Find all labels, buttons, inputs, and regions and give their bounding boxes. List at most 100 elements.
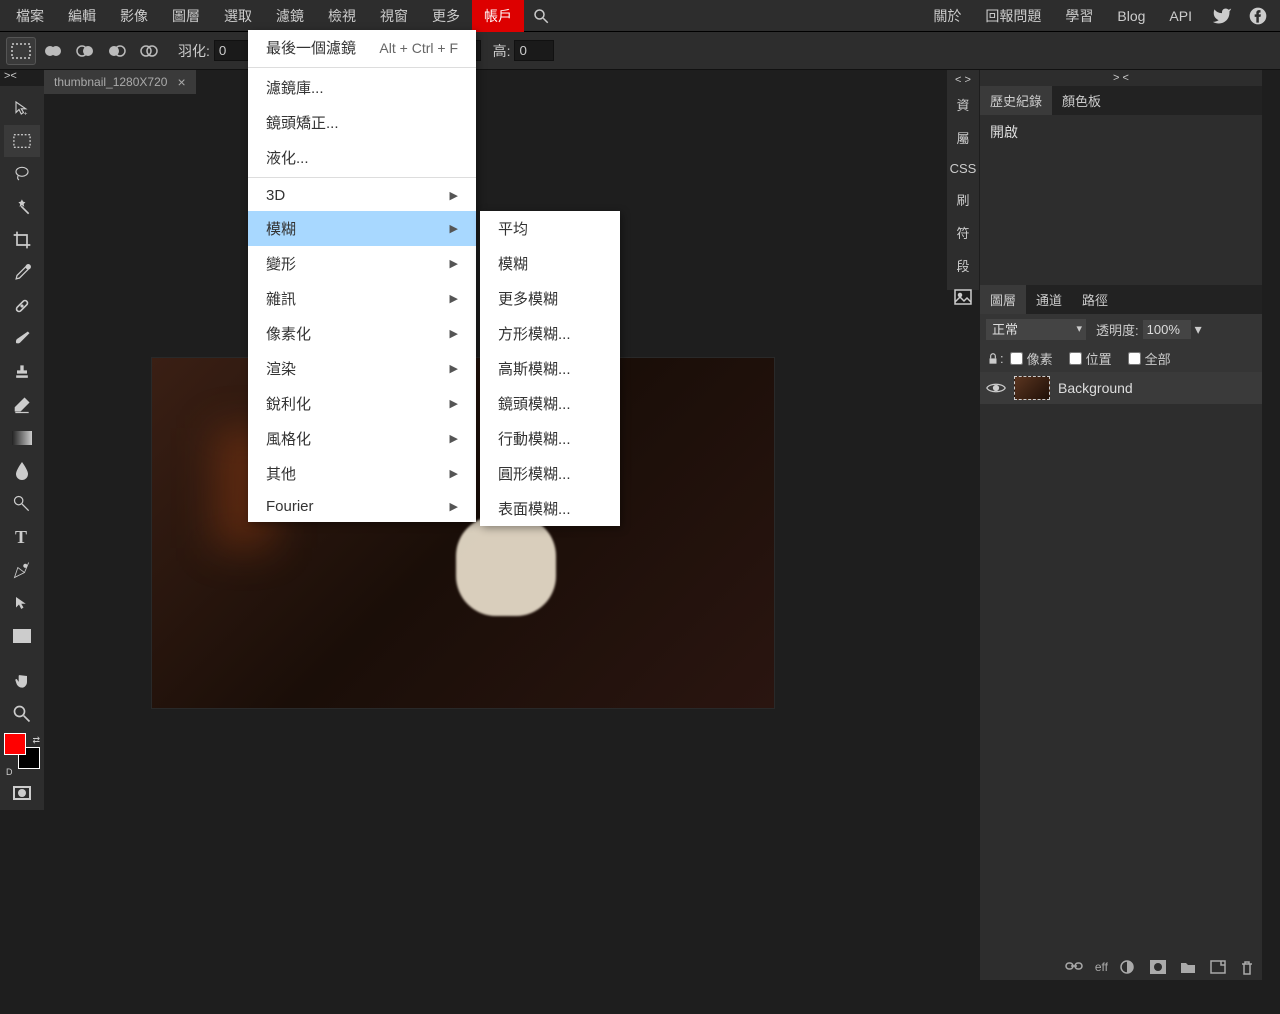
- visibility-icon[interactable]: [986, 380, 1006, 396]
- menu-api[interactable]: API: [1157, 2, 1204, 30]
- blur-box[interactable]: 方形模糊...: [480, 316, 620, 351]
- menu-view[interactable]: 檢視: [316, 0, 368, 32]
- opacity-input[interactable]: [1143, 320, 1191, 339]
- blur-tool-icon[interactable]: [4, 455, 40, 487]
- rstrip-info[interactable]: 資: [954, 88, 971, 121]
- menu-learn[interactable]: 學習: [1053, 0, 1105, 32]
- lasso-tool-icon[interactable]: [4, 158, 40, 190]
- blur-motion[interactable]: 行動模糊...: [480, 421, 620, 456]
- blend-mode-select[interactable]: 正常: [986, 319, 1086, 340]
- blur-radial[interactable]: 圓形模糊...: [480, 456, 620, 491]
- blur-gaussian[interactable]: 高斯模糊...: [480, 351, 620, 386]
- filter-blur[interactable]: 模糊▶: [248, 211, 476, 246]
- filter-other[interactable]: 其他▶: [248, 456, 476, 491]
- tab-channels[interactable]: 通道: [1026, 285, 1072, 314]
- tab-layers[interactable]: 圖層: [980, 285, 1026, 314]
- color-swatch[interactable]: ⇄ D: [4, 733, 40, 777]
- eyedropper-tool-icon[interactable]: [4, 257, 40, 289]
- link-icon[interactable]: [1065, 960, 1083, 976]
- trash-icon[interactable]: [1240, 960, 1258, 976]
- filter-fourier[interactable]: Fourier▶: [248, 491, 476, 522]
- zoom-tool-icon[interactable]: [4, 698, 40, 730]
- menu-blog[interactable]: Blog: [1105, 2, 1157, 30]
- mask-icon[interactable]: [1150, 960, 1168, 976]
- menu-select[interactable]: 選取: [212, 0, 264, 32]
- rstrip-para[interactable]: 段: [954, 249, 971, 282]
- foreground-color-swatch[interactable]: [4, 733, 26, 755]
- expand-arrows-icon[interactable]: < >: [953, 72, 973, 88]
- filter-noise[interactable]: 雜訊▶: [248, 281, 476, 316]
- dodge-tool-icon[interactable]: [4, 488, 40, 520]
- sel-mode3-icon[interactable]: [102, 37, 132, 65]
- new-layer-icon[interactable]: [1210, 960, 1228, 976]
- stamp-tool-icon[interactable]: [4, 356, 40, 388]
- filter-render[interactable]: 渲染▶: [248, 351, 476, 386]
- folder-icon[interactable]: [1180, 960, 1198, 976]
- twitter-icon[interactable]: [1204, 2, 1240, 30]
- rstrip-glyph[interactable]: 符: [954, 216, 971, 249]
- move-tool-icon[interactable]: +: [4, 92, 40, 124]
- history-item[interactable]: 開啟: [988, 119, 1254, 145]
- tab-history[interactable]: 歷史紀錄: [980, 86, 1052, 115]
- filter-lens[interactable]: 鏡頭矯正...: [248, 105, 476, 140]
- tab-close-icon[interactable]: ×: [177, 74, 185, 90]
- collapse-arrows[interactable]: ><: [4, 70, 17, 82]
- rstrip-image-icon[interactable]: [952, 282, 974, 312]
- blur-surface[interactable]: 表面模糊...: [480, 491, 620, 526]
- rstrip-brush[interactable]: 刷: [954, 183, 971, 216]
- crop-tool-icon[interactable]: [4, 224, 40, 256]
- hand-tool-icon[interactable]: [4, 665, 40, 697]
- heal-tool-icon[interactable]: [4, 290, 40, 322]
- menu-edit[interactable]: 編輯: [56, 0, 108, 32]
- text-tool-icon[interactable]: T: [4, 521, 40, 553]
- opacity-dropdown-icon[interactable]: ▾: [1195, 321, 1202, 338]
- panel-collapse-icon[interactable]: > <: [980, 70, 1262, 86]
- brush-tool-icon[interactable]: [4, 323, 40, 355]
- height-input[interactable]: [514, 40, 554, 61]
- tab-swatches[interactable]: 顏色板: [1052, 86, 1111, 115]
- swap-colors-icon[interactable]: ⇄: [32, 735, 40, 746]
- filter-gallery[interactable]: 濾鏡庫...: [248, 70, 476, 105]
- document-tab[interactable]: thumbnail_1280X720 ×: [44, 70, 196, 94]
- shape-tool-icon[interactable]: [4, 620, 40, 652]
- filter-3d[interactable]: 3D▶: [248, 180, 476, 211]
- filter-liquify[interactable]: 液化...: [248, 140, 476, 175]
- filter-last[interactable]: 最後一個濾鏡 Alt + Ctrl + F: [248, 30, 476, 65]
- menu-filter[interactable]: 濾鏡: [264, 0, 316, 32]
- filter-distort[interactable]: 變形▶: [248, 246, 476, 281]
- blur-blur[interactable]: 模糊: [480, 246, 620, 281]
- default-colors-icon[interactable]: D: [6, 767, 13, 777]
- menu-more[interactable]: 更多: [420, 0, 472, 32]
- gradient-tool-icon[interactable]: [4, 422, 40, 454]
- tab-paths[interactable]: 路徑: [1072, 285, 1118, 314]
- lock-position[interactable]: 位置: [1069, 349, 1112, 368]
- menu-account[interactable]: 帳戶: [472, 0, 524, 32]
- sel-mode4-icon[interactable]: [134, 37, 164, 65]
- search-icon[interactable]: [524, 3, 558, 29]
- sel-mode2-icon[interactable]: [70, 37, 100, 65]
- menu-window[interactable]: 視窗: [368, 0, 420, 32]
- blur-more[interactable]: 更多模糊: [480, 281, 620, 316]
- menu-file[interactable]: 檔案: [4, 0, 56, 32]
- adjust-icon[interactable]: [1120, 960, 1138, 976]
- facebook-icon[interactable]: [1240, 2, 1276, 30]
- marquee-tool-icon[interactable]: [4, 125, 40, 157]
- rstrip-props[interactable]: 屬: [954, 121, 971, 154]
- menu-about[interactable]: 關於: [921, 0, 973, 32]
- filter-pixelate[interactable]: 像素化▶: [248, 316, 476, 351]
- lock-all[interactable]: 全部: [1128, 349, 1171, 368]
- sel-mode1-icon[interactable]: [38, 37, 68, 65]
- menu-report[interactable]: 回報問題: [973, 0, 1053, 32]
- pen-tool-icon[interactable]: [4, 554, 40, 586]
- layer-row[interactable]: Background: [980, 372, 1262, 404]
- filter-sharpen[interactable]: 銳利化▶: [248, 386, 476, 421]
- quickmask-icon[interactable]: [4, 777, 40, 809]
- blur-lens[interactable]: 鏡頭模糊...: [480, 386, 620, 421]
- eff-label[interactable]: eff: [1095, 960, 1108, 976]
- sel-rect-icon[interactable]: [6, 37, 36, 65]
- layer-thumbnail[interactable]: [1014, 376, 1050, 400]
- menu-image[interactable]: 影像: [108, 0, 160, 32]
- rstrip-css[interactable]: CSS: [948, 154, 979, 183]
- filter-stylize[interactable]: 風格化▶: [248, 421, 476, 456]
- path-select-tool-icon[interactable]: [4, 587, 40, 619]
